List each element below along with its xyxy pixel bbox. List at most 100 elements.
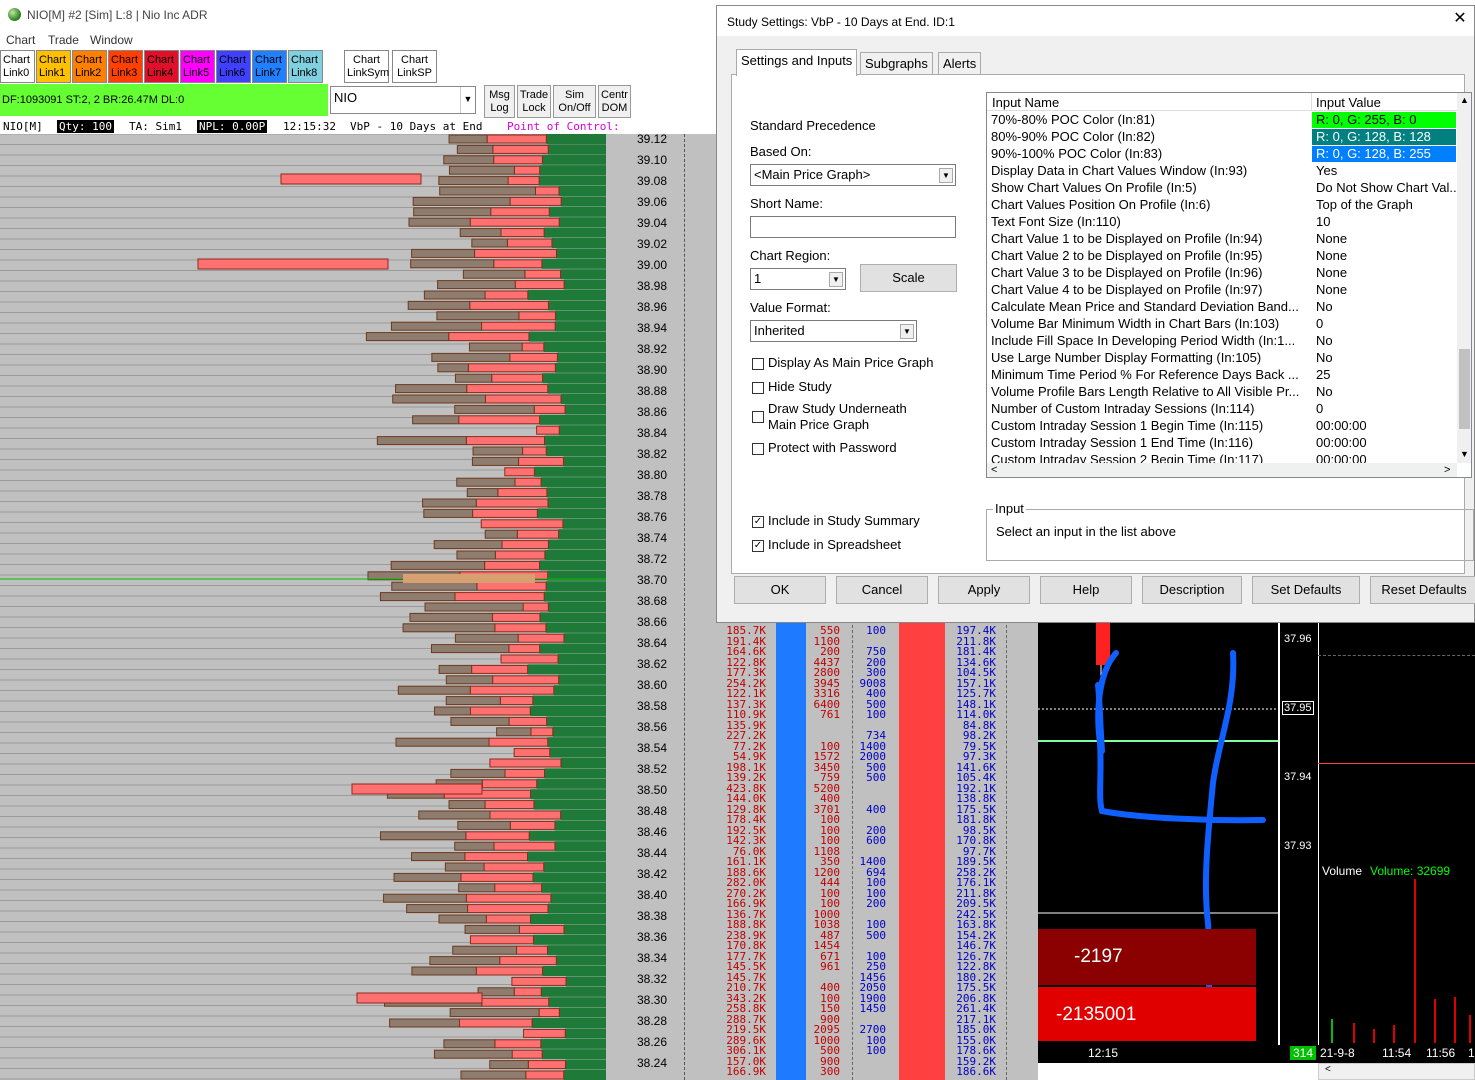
input-row[interactable]: Use Large Number Display Formatting (In:… [987,350,1457,367]
cancel-button[interactable]: Cancel [836,576,928,604]
menu-trade[interactable]: Trade [48,33,79,47]
toolbar-button-centr[interactable]: Centr DOM [598,85,631,118]
input-value[interactable]: 0 [1312,316,1456,332]
checkbox[interactable]: ✓ [752,540,764,552]
chart-link-button[interactable]: Chart Link3 [108,50,143,83]
checkbox-label[interactable]: Draw Study Underneath [768,401,907,416]
input-value[interactable]: No [1312,350,1456,366]
input-value[interactable]: R: 0, G: 255, B: 0 [1312,112,1456,128]
input-value[interactable]: None [1312,265,1456,281]
chart-linksp-button[interactable]: Chart LinkSP [392,50,437,83]
chart-link-button[interactable]: Chart Link8 [288,50,323,83]
toolbar-button-trade[interactable]: Trade Lock [517,85,551,118]
menu-chart[interactable]: Chart [6,33,35,47]
close-icon[interactable]: ✕ [1450,10,1470,30]
input-value[interactable]: No [1312,384,1456,400]
input-value[interactable]: 00:00:00 [1312,418,1456,434]
tab-alerts[interactable]: Alerts [938,52,982,74]
chevron-down-icon[interactable]: ▼ [1460,449,1469,459]
set-defaults-button[interactable]: Set Defaults [1252,576,1360,604]
input-value[interactable]: 10 [1312,214,1456,230]
tab-subgraphs[interactable]: Subgraphs [860,52,933,74]
checkbox[interactable]: ✓ [752,516,764,528]
input-row[interactable]: Include Fill Space In Developing Period … [987,333,1457,350]
chevron-up-icon[interactable]: ▲ [1460,95,1469,105]
short-name-input[interactable] [750,216,956,238]
checkbox-label[interactable]: Hide Study [768,379,832,394]
chart-link-button[interactable]: Chart Link5 [180,50,215,83]
based-on-select[interactable]: <Main Price Graph> ▼ [750,164,956,186]
apply-button[interactable]: Apply [938,576,1030,604]
input-row[interactable]: Volume Profile Bars Length Relative to A… [987,384,1457,401]
dom-ladder[interactable]: 185.7K 191.4K 164.6K 122.8K 177.3K 254.2K 122.… [716,620,1038,1080]
input-value[interactable]: Yes [1312,163,1456,179]
input-value[interactable]: 25 [1312,367,1456,383]
input-value[interactable]: None [1312,282,1456,298]
input-row[interactable]: Number of Custom Intraday Sessions (In:1… [987,401,1457,418]
chart-link-button[interactable]: Chart Link6 [216,50,251,83]
input-row[interactable]: Chart Values Position On Profile (In:6) T… [987,197,1457,214]
input-row[interactable]: Custom Intraday Session 1 End Time (In:1… [987,435,1457,452]
volume-chart-panel[interactable]: Volume Volume: 32699 [1318,623,1475,1063]
input-row[interactable]: Chart Value 4 to be Displayed on Profile… [987,282,1457,299]
input-row[interactable]: Chart Value 3 to be Displayed on Profile… [987,265,1457,282]
reset-defaults-button[interactable]: Reset Defaults [1370,576,1475,604]
description-button[interactable]: Description [1142,576,1242,604]
grid-header-name[interactable]: Input Name [992,95,1059,110]
help-button[interactable]: Help [1040,576,1132,604]
input-value[interactable]: 00:00:00 [1312,435,1456,451]
chevron-left-icon[interactable]: < [991,464,997,476]
grid-header-value[interactable]: Input Value [1316,95,1381,110]
input-value[interactable]: R: 0, G: 128, B: 128 [1312,129,1456,145]
horizontal-scrollbar[interactable]: < [1318,1063,1475,1080]
vertical-scrollbar[interactable]: ▲ ▼ [1457,93,1471,463]
input-row[interactable]: 90%-100% POC Color (In:83) R: 0, G: 128, … [987,146,1457,163]
inputs-grid[interactable]: Input Name Input Value 70%-80% POC Color… [986,92,1472,478]
chart-link-button[interactable]: Chart Link1 [36,50,71,83]
checkbox[interactable] [752,443,764,455]
chart-linksym-button[interactable]: Chart LinkSym [344,50,389,83]
chevron-down-icon[interactable]: ▼ [460,87,475,113]
chart-link-button[interactable]: Chart Link0 [0,50,35,83]
value-format-select[interactable]: Inherited ▼ [750,320,917,342]
checkbox[interactable] [752,382,764,394]
input-row[interactable]: Volume Bar Minimum Width in Chart Bars (… [987,316,1457,333]
toolbar-button-msg[interactable]: Msg Log [484,85,515,118]
chevron-right-icon[interactable]: > [1444,464,1450,476]
checkbox-label[interactable]: Main Price Graph [768,417,869,432]
checkbox[interactable] [752,358,764,370]
input-row[interactable]: Minimum Time Period % For Reference Days… [987,367,1457,384]
menu-window[interactable]: Window [90,33,133,47]
scale-button[interactable]: Scale [860,264,957,292]
input-value[interactable]: None [1312,231,1456,247]
checkbox[interactable] [752,411,764,423]
checkbox-label[interactable]: Include in Study Summary [768,513,920,528]
input-row[interactable]: Show Chart Values On Profile (In:5) Do No… [987,180,1457,197]
horizontal-scrollbar[interactable]: < > [987,463,1457,477]
ok-button[interactable]: OK [734,576,826,604]
chart-link-button[interactable]: Chart Link7 [252,50,287,83]
symbol-combo[interactable]: NIO ▼ [330,86,476,114]
input-value[interactable]: R: 0, G: 128, B: 255 [1312,146,1456,162]
input-row[interactable]: 70%-80% POC Color (In:81) R: 0, G: 255, B… [987,112,1457,129]
input-row[interactable]: Calculate Mean Price and Standard Deviat… [987,299,1457,316]
price-chart-panel[interactable]: -2197 -2135001 [1038,623,1278,1063]
input-row[interactable]: Text Font Size (In:110) 10 [987,214,1457,231]
input-row[interactable]: Display Data in Chart Values Window (In:… [987,163,1457,180]
chart-link-button[interactable]: Chart Link2 [72,50,107,83]
scroll-thumb[interactable] [1459,349,1470,429]
input-value[interactable]: Do Not Show Chart Val... [1312,180,1456,196]
tab-settings-and-inputs[interactable]: Settings and Inputs [736,49,858,76]
input-value[interactable]: 0 [1312,401,1456,417]
input-value[interactable]: None [1312,248,1456,264]
checkbox-label[interactable]: Display As Main Price Graph [768,355,933,370]
input-row[interactable]: Custom Intraday Session 1 Begin Time (In… [987,418,1457,435]
chart-link-button[interactable]: Chart Link4 [144,50,179,83]
checkbox-label[interactable]: Protect with Password [768,440,897,455]
checkbox-label[interactable]: Include in Spreadsheet [768,537,901,552]
input-row[interactable]: Chart Value 1 to be Displayed on Profile… [987,231,1457,248]
chart-region-select[interactable]: 1 ▼ [750,268,846,290]
input-row[interactable]: Chart Value 2 to be Displayed on Profile… [987,248,1457,265]
input-value[interactable]: No [1312,333,1456,349]
input-row[interactable]: 80%-90% POC Color (In:82) R: 0, G: 128, B… [987,129,1457,146]
